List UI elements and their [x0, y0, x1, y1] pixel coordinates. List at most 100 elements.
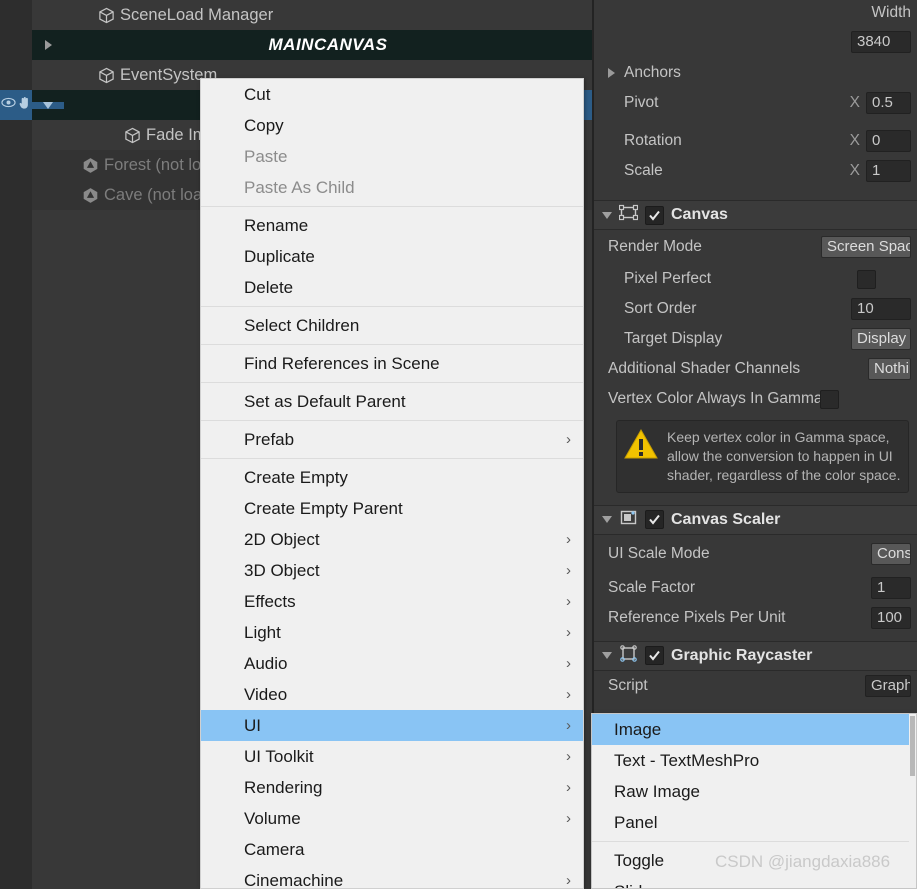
submenu-item[interactable]: Text - TextMeshPro: [592, 745, 916, 776]
hierarchy-canvas-label-cell[interactable]: MAINCANVAS: [64, 30, 592, 60]
submenu-item[interactable]: Panel: [592, 807, 916, 838]
sort-order-row[interactable]: Sort Order 10: [594, 294, 917, 324]
context-menu-item[interactable]: Light ›: [201, 617, 583, 648]
visibility-toggle-cell[interactable]: [0, 0, 32, 30]
reference-ppu-row[interactable]: Reference Pixels Per Unit 100: [594, 603, 917, 633]
component-header-canvas-scaler[interactable]: Canvas Scaler: [594, 504, 917, 535]
pivot-x-input[interactable]: 0.5: [866, 92, 911, 114]
rotation-x-input[interactable]: 0: [866, 130, 911, 152]
submenu-arrow-icon: ›: [566, 810, 571, 827]
context-menu-item[interactable]: Rendering ›: [201, 772, 583, 803]
context-menu-item[interactable]: Video ›: [201, 679, 583, 710]
anchors-row[interactable]: Anchors: [594, 58, 917, 88]
graphic-raycaster-enabled-checkbox[interactable]: [645, 646, 664, 666]
chevron-down-icon[interactable]: [602, 211, 612, 219]
context-menu-item[interactable]: UI Toolkit ›: [201, 741, 583, 772]
context-menu-item[interactable]: Rename: [201, 210, 583, 241]
scale-row[interactable]: Scale X 1: [594, 156, 917, 186]
shader-channels-row[interactable]: Additional Shader Channels Nothing: [594, 354, 917, 384]
eye-icon[interactable]: [0, 95, 16, 115]
reference-ppu-input[interactable]: 100: [871, 606, 911, 629]
pixel-perfect-checkbox[interactable]: [857, 269, 876, 289]
unity-prefab-icon: [82, 186, 104, 205]
submenu-item[interactable]: Image: [592, 714, 916, 745]
ui-submenu[interactable]: Image Text - TextMeshPro Raw Image Panel Tog…: [591, 713, 917, 889]
scale-x-input[interactable]: 1: [866, 160, 911, 182]
submenu-item-label: Panel: [614, 812, 658, 832]
render-mode-row[interactable]: Render Mode Screen Space - Overlay: [594, 230, 917, 264]
context-menu-item[interactable]: Audio ›: [201, 648, 583, 679]
context-menu-item[interactable]: Delete: [201, 272, 583, 303]
context-menu-item[interactable]: UI ›: [201, 710, 583, 741]
visibility-toggle-cell[interactable]: [0, 30, 32, 60]
chevron-right-icon[interactable]: [608, 68, 615, 78]
context-menu-item[interactable]: Cinemachine ›: [201, 865, 583, 889]
canvas-scaler-enabled-checkbox[interactable]: [645, 510, 664, 530]
context-menu-item[interactable]: Select Children: [201, 310, 583, 341]
menu-separator: [201, 420, 583, 421]
component-header-graphic-raycaster[interactable]: Graphic Raycaster: [594, 640, 917, 671]
submenu-scrollbar[interactable]: [909, 714, 916, 888]
context-menu-item[interactable]: Camera: [201, 834, 583, 865]
context-menu-item[interactable]: Create Empty Parent: [201, 493, 583, 524]
render-mode-dropdown[interactable]: Screen Space - Overlay: [821, 236, 911, 258]
rect-width-field-row[interactable]: 3840: [594, 26, 917, 58]
hand-icon[interactable]: [17, 95, 32, 115]
visibility-toggle-cell[interactable]: [0, 120, 32, 150]
visibility-toggle-cell[interactable]: [0, 150, 32, 180]
context-menu-item-label: 3D Object: [244, 560, 320, 580]
context-menu-item[interactable]: Duplicate: [201, 241, 583, 272]
submenu-item[interactable]: Slider: [592, 876, 916, 889]
scale-factor-input[interactable]: 1: [871, 576, 911, 599]
context-menu-item[interactable]: 2D Object ›: [201, 524, 583, 555]
rotation-row[interactable]: Rotation X 0: [594, 126, 917, 156]
context-menu-item[interactable]: Find References in Scene: [201, 348, 583, 379]
ui-scale-mode-dropdown[interactable]: Constant Pixel Size: [871, 542, 911, 565]
vertex-color-gamma-row[interactable]: Vertex Color Always In Gamma: [594, 384, 917, 414]
submenu-item[interactable]: Raw Image: [592, 776, 916, 807]
fold-arrow-collapsed[interactable]: [32, 40, 64, 50]
context-menu-item-label: Camera: [244, 839, 305, 859]
visibility-toggle-cell[interactable]: [0, 60, 32, 90]
canvas-enabled-checkbox[interactable]: [645, 205, 664, 225]
script-label: Script: [608, 676, 648, 694]
scale-factor-row[interactable]: Scale Factor 1: [594, 573, 917, 603]
visibility-toggle-cell[interactable]: [0, 180, 32, 210]
submenu-item-label: Toggle: [614, 850, 665, 870]
context-menu-item[interactable]: 3D Object ›: [201, 555, 583, 586]
chevron-down-icon[interactable]: [602, 516, 612, 524]
visibility-toggle-cell[interactable]: [0, 90, 32, 120]
ui-scale-mode-row[interactable]: UI Scale Mode Constant Pixel Size: [594, 535, 917, 573]
component-header-canvas[interactable]: Canvas: [594, 200, 917, 230]
hierarchy-context-menu[interactable]: Cut Copy Paste Paste As Child Rename Duplicat…: [200, 78, 584, 889]
context-menu-item[interactable]: Create Empty: [201, 462, 583, 493]
context-menu-item[interactable]: Cut: [201, 79, 583, 110]
context-menu-item[interactable]: Effects ›: [201, 586, 583, 617]
pivot-row[interactable]: Pivot X 0.5: [594, 88, 917, 118]
chevron-down-icon[interactable]: [602, 652, 612, 660]
sort-order-input[interactable]: 10: [851, 298, 911, 320]
context-menu-item[interactable]: Prefab ›: [201, 424, 583, 455]
hierarchy-row-body[interactable]: MAINCANVAS: [32, 30, 592, 60]
hierarchy-row-body[interactable]: SceneLoad Manager: [32, 0, 592, 30]
submenu-separator: [592, 841, 916, 842]
shader-channels-dropdown[interactable]: Nothing: [868, 358, 911, 380]
context-menu-item[interactable]: Set as Default Parent: [201, 386, 583, 417]
menu-separator: [201, 306, 583, 307]
submenu-arrow-icon: ›: [566, 872, 571, 889]
submenu-item[interactable]: Toggle: [592, 845, 916, 876]
pixel-perfect-row[interactable]: Pixel Perfect: [594, 264, 917, 294]
ui-scale-mode-label: UI Scale Mode: [608, 544, 710, 562]
target-display-row[interactable]: Target Display Display 1: [594, 324, 917, 354]
script-object-field[interactable]: GraphicRaycaster: [865, 674, 911, 697]
hierarchy-row[interactable]: SceneLoad Manager: [0, 0, 592, 30]
context-menu-item[interactable]: Volume ›: [201, 803, 583, 834]
width-input[interactable]: 3840: [851, 31, 911, 53]
vertex-color-gamma-checkbox[interactable]: [819, 389, 839, 409]
target-display-dropdown[interactable]: Display 1: [851, 328, 911, 350]
context-menu-item[interactable]: Copy: [201, 110, 583, 141]
script-row[interactable]: Script GraphicRaycaster: [594, 671, 917, 701]
hierarchy-row[interactable]: MAINCANVAS: [0, 30, 592, 60]
gameobject-cube-icon: [98, 66, 120, 85]
fold-arrow-expanded[interactable]: [32, 101, 64, 109]
